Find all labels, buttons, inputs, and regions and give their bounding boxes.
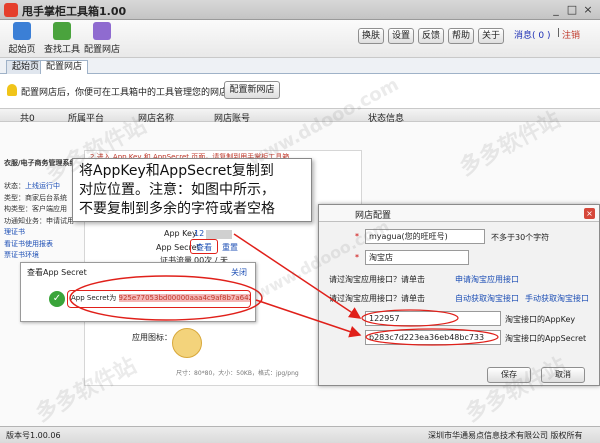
copyright-label: 深圳市华通易点信息技术有限公司 版权所有	[428, 431, 583, 440]
appkey-highlight	[361, 309, 459, 327]
arrow-appsecret	[255, 299, 362, 338]
status-bar: 版本号1.00.06 深圳市华通易点信息技术有限公司 版权所有	[0, 426, 600, 443]
appsecret-highlight	[365, 328, 499, 346]
version-label: 版本号1.00.06	[6, 431, 61, 440]
secret-popup-highlight	[69, 275, 263, 321]
